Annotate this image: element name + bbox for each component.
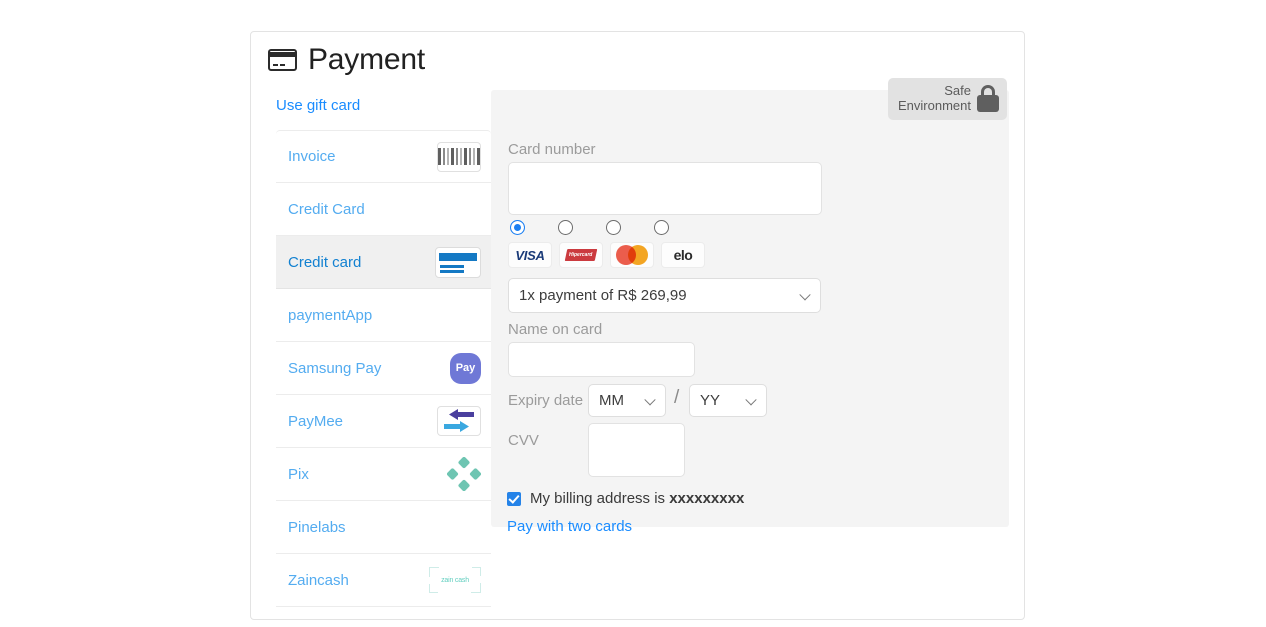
barcode-icon: [437, 142, 481, 172]
paymee-arrows-icon: [437, 406, 481, 436]
samsung-pay-icon: Pay: [450, 353, 481, 384]
safe-environment-label: Safe Environment: [898, 84, 971, 114]
expiry-month-select[interactable]: MM: [588, 384, 666, 417]
billing-address-label: My billing address is xxxxxxxxx: [530, 490, 744, 507]
card-brand-radio-hipercard[interactable]: [558, 220, 573, 235]
visa-logo-icon[interactable]: VISA: [508, 242, 552, 268]
sidebar-item-label: Pix: [288, 466, 309, 483]
expiry-separator: /: [674, 387, 679, 409]
cvv-input[interactable]: [588, 423, 685, 477]
credit-card-icon: [268, 49, 297, 71]
chevron-down-icon: [745, 394, 756, 405]
sidebar-item-label: Pinelabs: [288, 519, 346, 536]
elo-logo-icon[interactable]: elo: [661, 242, 705, 268]
lock-icon: [977, 85, 999, 112]
card-brand-radio-visa[interactable]: [510, 220, 525, 235]
payment-card-panel: Payment Use gift card Invoice Credit Car…: [250, 31, 1025, 620]
card-brand-radio-group: [510, 220, 669, 235]
payment-methods-list: Invoice Credit Card Credit card paymentA…: [276, 130, 491, 607]
sidebar-item-label: Invoice: [288, 148, 336, 165]
sidebar-item-credit-card-1[interactable]: Credit Card: [276, 183, 491, 236]
use-gift-card-link[interactable]: Use gift card: [276, 97, 360, 114]
chevron-down-icon: [644, 394, 655, 405]
installments-select[interactable]: 1x payment of R$ 269,99: [508, 278, 821, 313]
expiry-year-select[interactable]: YY: [689, 384, 767, 417]
page-title: Payment: [308, 45, 425, 75]
card-number-input[interactable]: [508, 162, 822, 215]
sidebar-item-paymentapp[interactable]: paymentApp: [276, 289, 491, 342]
page-header: Payment: [268, 45, 425, 75]
card-brand-radio-mastercard[interactable]: [606, 220, 621, 235]
card-number-label: Card number: [508, 141, 596, 158]
screen: Payment Use gift card Invoice Credit Car…: [0, 0, 1266, 627]
credit-card-icon: [435, 247, 481, 278]
sidebar-item-label: Credit Card: [288, 201, 365, 218]
cvv-label: CVV: [508, 432, 539, 449]
sidebar-item-label: paymentApp: [288, 307, 372, 324]
sidebar-item-invoice[interactable]: Invoice: [276, 130, 491, 183]
pix-icon: [447, 457, 481, 491]
pay-with-two-cards-link[interactable]: Pay with two cards: [507, 518, 632, 535]
expiry-date-label: Expiry date: [508, 392, 583, 409]
name-on-card-label: Name on card: [508, 321, 602, 338]
sidebar-item-pix[interactable]: Pix: [276, 448, 491, 501]
hipercard-logo-icon[interactable]: Hipercard: [559, 242, 603, 268]
card-form-panel: Card number VISA Hipercard elo: [491, 90, 1009, 527]
sidebar-item-paymee[interactable]: PayMee: [276, 395, 491, 448]
card-brand-radio-elo[interactable]: [654, 220, 669, 235]
chevron-down-icon: [799, 289, 810, 300]
sidebar-item-zaincash[interactable]: Zaincash zain cash: [276, 554, 491, 607]
sidebar-item-samsung-pay[interactable]: Samsung Pay Pay: [276, 342, 491, 395]
sidebar-item-credit-card-2[interactable]: Credit card: [276, 236, 491, 289]
card-brand-logos: VISA Hipercard elo: [508, 242, 705, 268]
billing-address-checkbox[interactable]: [507, 492, 521, 506]
name-on-card-input[interactable]: [508, 342, 695, 377]
sidebar-item-label: Samsung Pay: [288, 360, 381, 377]
zaincash-icon: zain cash: [429, 567, 481, 593]
billing-address-row: My billing address is xxxxxxxxx: [507, 490, 744, 507]
sidebar-item-label: Zaincash: [288, 572, 349, 589]
safe-environment-badge: Safe Environment: [888, 78, 1007, 120]
sidebar-item-pinelabs[interactable]: Pinelabs: [276, 501, 491, 554]
mastercard-logo-icon[interactable]: [610, 242, 654, 268]
sidebar-item-label: PayMee: [288, 413, 343, 430]
sidebar-item-label: Credit card: [288, 254, 361, 271]
